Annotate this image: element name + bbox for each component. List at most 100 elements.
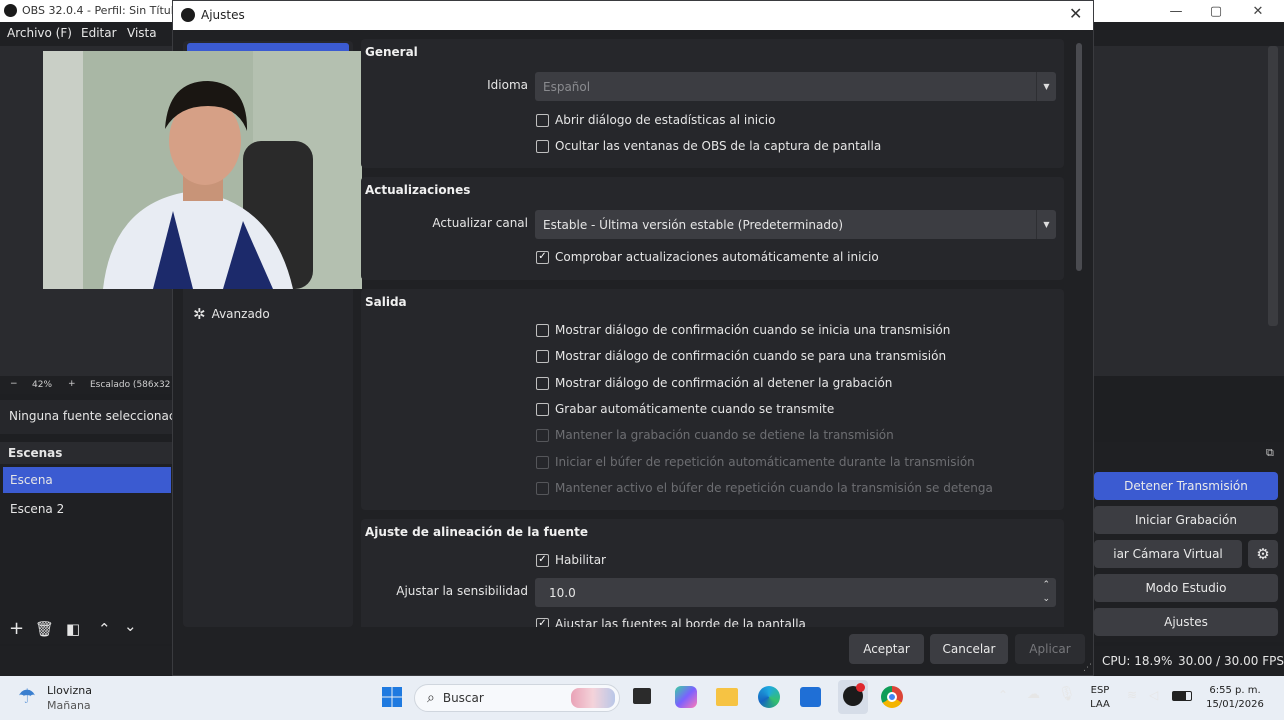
scaling-label: Escalado (586x32 (90, 380, 171, 390)
task-view-icon[interactable] (633, 688, 651, 704)
spin-arrows-icon[interactable]: ⌃ ⌄ (1042, 578, 1050, 606)
rain-cloud-icon[interactable]: ☂ (18, 684, 36, 708)
language-label: Idioma (487, 78, 528, 92)
language-select[interactable]: Español ▼ (535, 72, 1056, 101)
studio-mode-button[interactable]: Modo Estudio (1094, 574, 1278, 602)
preview-scrollbar[interactable] (1268, 46, 1278, 326)
group-title: General (365, 45, 418, 59)
dialog-title: Ajustes (201, 8, 245, 22)
windows-start-icon[interactable] (381, 686, 403, 708)
copilot-icon[interactable] (675, 686, 697, 708)
move-up-icon[interactable]: ⌃ (98, 620, 111, 638)
checkbox-icon (536, 376, 549, 390)
move-down-icon[interactable]: ⌄ (124, 617, 137, 635)
update-channel-label: Actualizar canal (432, 216, 528, 230)
battery-icon[interactable] (1172, 691, 1192, 701)
zoom-level: 42% (32, 380, 53, 390)
no-source-label: Ninguna fuente seleccionac (9, 409, 176, 423)
undock-icon[interactable]: ⧉ (1266, 446, 1274, 460)
obs-logo-icon (181, 8, 195, 22)
settings-content: General Idioma Español ▼ Abrir diálogo d… (361, 39, 1066, 627)
microphone-icon[interactable]: 🎙 (1058, 686, 1076, 702)
recording-dot-icon (856, 683, 865, 692)
checkbox-label: Mantener activo el búfer de repetición c… (555, 481, 993, 495)
checkbox-icon (536, 402, 549, 416)
add-scene-icon[interactable]: + (9, 618, 24, 639)
sidebar-item-selected[interactable] (187, 43, 349, 51)
virtual-camera-button[interactable]: iar Cámara Virtual (1094, 540, 1242, 568)
confirm-start-stream-checkbox[interactable]: Mostrar diálogo de confirmación cuando s… (536, 323, 950, 337)
clock[interactable]: 6:55 p. m. 15/01/2026 (1204, 684, 1266, 712)
wifi-icon[interactable]: ≋ (1127, 688, 1137, 702)
resize-grip-icon[interactable]: ⋰ (1083, 663, 1092, 673)
checkbox-label: Ocultar las ventanas de OBS de la captur… (555, 139, 882, 153)
input-language[interactable]: ESP LAA (1088, 684, 1112, 712)
scene-item[interactable]: Escena 2 (3, 496, 171, 522)
gear-icon[interactable]: ⚙ (1248, 540, 1278, 568)
filter-icon[interactable]: ◧ (66, 620, 80, 638)
apply-button[interactable]: Aplicar (1015, 634, 1085, 664)
weather-widget[interactable]: Llovizna Mañana (47, 683, 92, 713)
auto-update-checkbox[interactable]: ✓ Comprobar actualizaciones automáticame… (536, 250, 879, 264)
sidebar-item-advanced[interactable]: ✲ Avanzado (193, 305, 270, 323)
replay-buffer-start-checkbox: Iniciar el búfer de repetición automátic… (536, 455, 975, 469)
tray-chevron-icon[interactable]: ⌃ (998, 688, 1008, 702)
zoom-out-icon[interactable]: − (10, 379, 18, 389)
checkbox-label: Iniciar el búfer de repetición automátic… (555, 455, 975, 469)
cloud-sync-icon[interactable]: ☁ (1027, 687, 1040, 702)
stop-stream-button[interactable]: Detener Transmisión (1094, 472, 1278, 500)
menu-view[interactable]: Vista (127, 26, 157, 40)
scene-toolbar (0, 614, 175, 644)
settings-button[interactable]: Ajustes (1094, 608, 1278, 636)
keep-recording-checkbox: Mantener la grabación cuando se detiene … (536, 428, 894, 442)
snapping-enable-checkbox[interactable]: ✓ Habilitar (536, 553, 606, 567)
clock-time: 6:55 p. m. (1209, 685, 1261, 696)
chevron-down-icon: ▼ (1036, 210, 1056, 239)
store-icon[interactable] (800, 687, 821, 707)
checkbox-label: Grabar automáticamente cuando se transmi… (555, 402, 835, 416)
stats-on-start-checkbox[interactable]: Abrir diálogo de estadísticas al inicio (536, 113, 775, 127)
scene-item[interactable]: Escena (3, 467, 171, 493)
confirm-stop-stream-checkbox[interactable]: Mostrar diálogo de confirmación cuando s… (536, 349, 946, 363)
trash-icon[interactable]: 🗑 (35, 620, 54, 638)
snap-to-edge-checkbox[interactable]: ✓ Ajustar las fuentes al borde de la pan… (536, 617, 806, 627)
menu-file[interactable]: Archivo (F) (7, 26, 72, 40)
volume-icon[interactable]: ◁ (1149, 688, 1158, 702)
file-explorer-icon[interactable] (716, 688, 738, 706)
scenes-header: Escenas (0, 442, 175, 464)
checkbox-label: Ajustar las fuentes al borde de la panta… (555, 617, 806, 627)
scenes-title: Escenas (8, 446, 63, 460)
close-icon[interactable]: ✕ (1238, 0, 1278, 22)
edge-browser-icon[interactable] (758, 686, 780, 708)
checkbox-icon: ✓ (536, 617, 549, 627)
auto-record-checkbox[interactable]: Grabar automáticamente cuando se transmi… (536, 402, 834, 416)
chrome-icon[interactable] (881, 686, 903, 708)
cancel-button[interactable]: Cancelar (930, 634, 1008, 664)
start-recording-button[interactable]: Iniciar Grabación (1094, 506, 1278, 534)
zoom-in-icon[interactable]: + (68, 379, 76, 389)
taskbar-search[interactable]: ⌕ Buscar (414, 684, 620, 712)
obs-logo-icon (4, 4, 17, 17)
confirm-stop-recording-checkbox[interactable]: Mostrar diálogo de confirmación al deten… (536, 376, 892, 390)
ok-button[interactable]: Aceptar (849, 634, 924, 664)
close-icon[interactable]: ✕ (1069, 4, 1082, 23)
settings-scrollbar[interactable] (1076, 43, 1082, 271)
checkbox-icon: ✓ (536, 553, 549, 567)
layout-code: LAA (1090, 699, 1110, 710)
minimize-icon[interactable]: — (1156, 0, 1196, 22)
weather-time: Mañana (47, 699, 91, 712)
sensitivity-spinbox[interactable]: 10.0 ⌃ ⌄ (535, 578, 1056, 607)
update-channel-select[interactable]: Estable - Última versión estable (Predet… (535, 210, 1056, 239)
update-channel-value: Estable - Última versión estable (Predet… (543, 217, 843, 232)
updates-group: Actualizaciones Actualizar canal Estable… (361, 177, 1064, 280)
sensitivity-value: 10.0 (549, 585, 576, 600)
checkbox-label: Habilitar (555, 553, 606, 567)
hide-from-capture-checkbox[interactable]: Ocultar las ventanas de OBS de la captur… (536, 139, 881, 153)
sensitivity-label: Ajustar la sensibilidad (396, 584, 528, 598)
checkbox-label: Mantener la grabación cuando se detiene … (555, 428, 894, 442)
taskbar-obs-active[interactable] (838, 680, 868, 714)
menu-edit[interactable]: Editar (81, 26, 117, 40)
maximize-icon[interactable]: ▢ (1196, 0, 1236, 22)
checkbox-icon (536, 349, 549, 363)
group-title: Salida (365, 295, 407, 309)
